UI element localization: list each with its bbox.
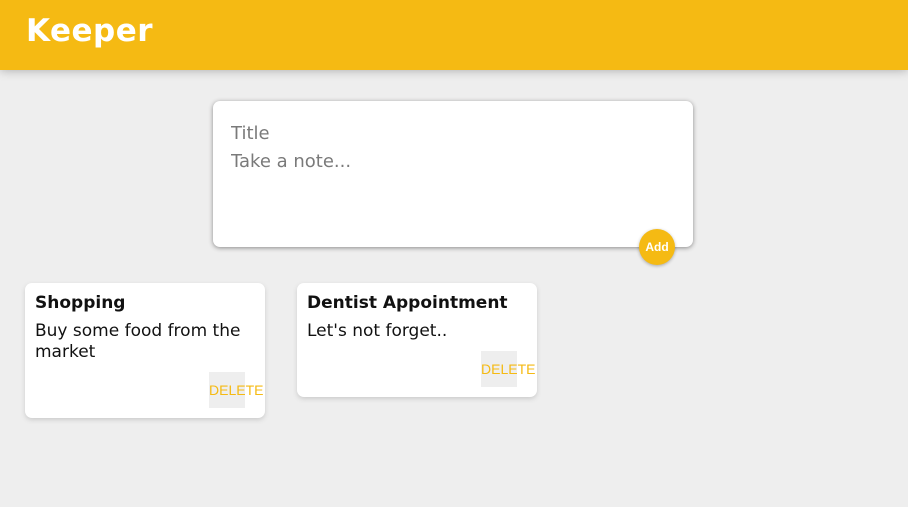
note-content-input[interactable] <box>231 151 671 231</box>
delete-note-button[interactable]: DELETE <box>209 372 263 408</box>
note-title-input[interactable] <box>231 119 671 147</box>
create-note-form <box>213 101 693 247</box>
note-title: Dentist Appointment <box>307 293 508 313</box>
app-header: Keeper <box>0 0 908 70</box>
note-content: Buy some food from the market <box>35 321 241 362</box>
note-card: Dentist Appointment Let's not forget.. D… <box>297 283 537 397</box>
note-content: Let's not forget.. <box>307 321 448 341</box>
note-title: Shopping <box>35 293 126 313</box>
add-note-button[interactable]: Add <box>639 229 675 265</box>
app-title: Keeper <box>26 13 154 49</box>
note-card: Shopping Buy some food from the market D… <box>25 283 265 418</box>
delete-note-button[interactable]: DELETE <box>481 351 535 387</box>
